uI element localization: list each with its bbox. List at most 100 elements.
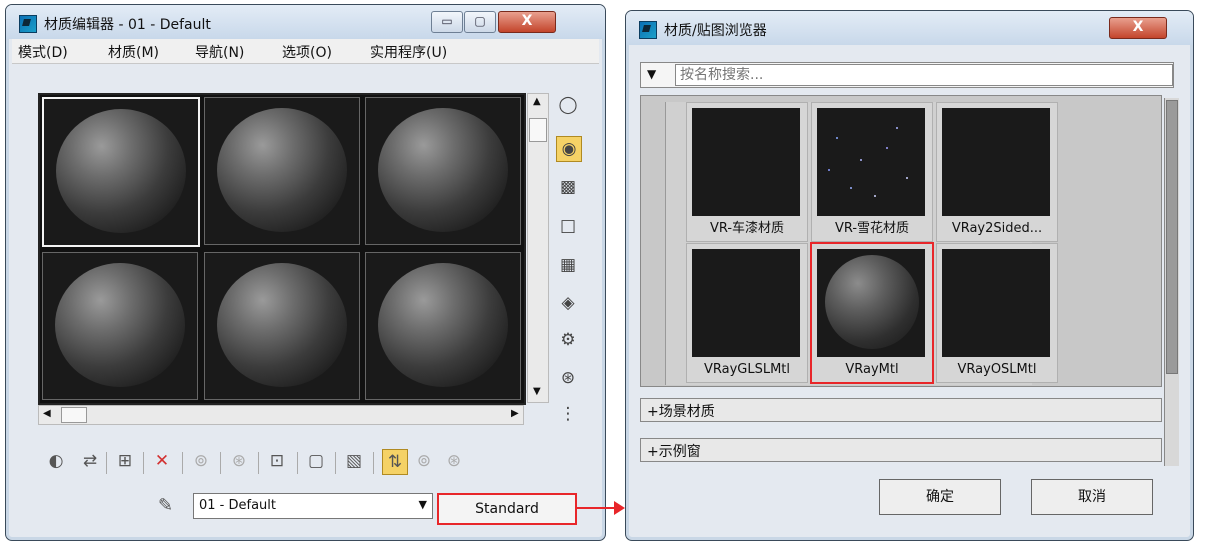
material-tile[interactable]: VRayGLSLMtl bbox=[686, 243, 808, 383]
scroll-left-icon[interactable]: ◀ bbox=[43, 408, 51, 419]
backlight-icon[interactable]: ◉ bbox=[556, 136, 582, 162]
scroll-up-icon[interactable]: ▲ bbox=[533, 96, 541, 107]
put-to-library-icon[interactable]: ⊛ bbox=[227, 449, 251, 473]
toolbar-separator bbox=[143, 452, 144, 474]
material-type-button[interactable]: Standard bbox=[437, 493, 577, 525]
section-label: +场景材质 bbox=[647, 404, 715, 420]
sample-slot[interactable] bbox=[204, 252, 360, 400]
material-tile[interactable]: VRayOSLMtl bbox=[936, 243, 1058, 383]
sample-slot[interactable] bbox=[42, 97, 200, 247]
browser-titlebar: 材质/贴图浏览器 X bbox=[626, 11, 1193, 45]
options-icon[interactable]: ⚙ bbox=[556, 328, 580, 352]
material-id-channel-icon[interactable]: ⊡ bbox=[265, 449, 289, 473]
material-label: VR-车漆材质 bbox=[709, 221, 785, 236]
make-unique-icon[interactable]: ⊚ bbox=[189, 449, 213, 473]
material-thumbnail bbox=[942, 108, 1050, 216]
material-tile[interactable]: VR-雪花材质 bbox=[811, 102, 933, 242]
sample-sphere bbox=[378, 108, 508, 232]
toolbar-separator bbox=[335, 452, 336, 474]
sample-slot[interactable] bbox=[204, 97, 360, 245]
toolbar-separator bbox=[297, 452, 298, 474]
select-by-material-icon[interactable]: ⊛ bbox=[556, 366, 580, 390]
menu-mode[interactable]: 模式(D) bbox=[18, 42, 68, 62]
material-label: VRay2Sided... bbox=[951, 221, 1043, 236]
reset-map-icon[interactable]: ✕ bbox=[150, 449, 174, 473]
show-end-result-icon[interactable]: ▧ bbox=[342, 449, 366, 473]
material-thumbnail bbox=[942, 249, 1050, 357]
menu-options[interactable]: 选项(O) bbox=[282, 42, 332, 62]
collapse-triangle-icon[interactable]: ▼ bbox=[647, 67, 656, 81]
toolbar-separator bbox=[258, 452, 259, 474]
eyedropper-icon[interactable]: ✎ bbox=[158, 495, 173, 516]
maximize-button[interactable]: ▢ bbox=[464, 11, 496, 33]
material-thumbnail bbox=[692, 108, 800, 216]
go-back-icon[interactable]: ⊛ bbox=[442, 449, 466, 473]
material-thumbnail bbox=[817, 108, 925, 216]
sample-sphere bbox=[56, 109, 186, 233]
material-label: VRayMtl bbox=[845, 362, 899, 377]
close-button[interactable]: X bbox=[1109, 17, 1167, 39]
app-icon bbox=[19, 15, 37, 33]
video-color-check-icon[interactable]: ▦ bbox=[556, 253, 580, 277]
annotation-arrow-line bbox=[575, 507, 617, 509]
snowflake-sparkles bbox=[828, 127, 908, 197]
section-sample-slots[interactable]: +示例窗 bbox=[640, 438, 1162, 462]
material-label: VR-雪花材质 bbox=[834, 221, 910, 236]
menu-navigation[interactable]: 导航(N) bbox=[195, 42, 244, 62]
search-bar: ▼ bbox=[640, 62, 1174, 88]
horizontal-scrollbar[interactable]: ◀ ▶ bbox=[38, 405, 524, 425]
sample-type-icon[interactable]: ◯ bbox=[556, 93, 580, 117]
material-map-navigator-icon[interactable]: ⋮ bbox=[556, 402, 580, 426]
close-button[interactable]: X bbox=[498, 11, 556, 33]
sample-slot[interactable] bbox=[42, 252, 198, 400]
browser-title: 材质/贴图浏览器 bbox=[664, 23, 767, 39]
menu-material[interactable]: 材质(M) bbox=[108, 42, 159, 62]
cancel-button[interactable]: 取消 bbox=[1031, 479, 1153, 515]
put-to-scene-icon[interactable]: ⇄ bbox=[78, 449, 102, 473]
sample-sphere bbox=[55, 263, 185, 387]
material-list-panel: VR-车漆材质 VR-雪花材质 VRay2Sided... VRayGLSLMt… bbox=[640, 95, 1162, 387]
menu-utilities[interactable]: 实用程序(U) bbox=[370, 42, 447, 62]
go-to-parent-icon[interactable]: ⇅ bbox=[382, 449, 408, 475]
search-input[interactable] bbox=[675, 64, 1173, 86]
scroll-thumb[interactable] bbox=[61, 407, 87, 423]
material-tile-selected[interactable]: VRayMtl bbox=[810, 242, 934, 384]
sample-slot[interactable] bbox=[365, 97, 521, 245]
show-map-in-viewport-icon[interactable]: ▢ bbox=[304, 449, 328, 473]
material-thumbnail bbox=[817, 249, 925, 357]
material-label: VRayOSLMtl bbox=[957, 362, 1037, 377]
material-tile[interactable]: VRay2Sided... bbox=[936, 102, 1058, 242]
section-label: +示例窗 bbox=[647, 444, 701, 460]
sample-sphere bbox=[217, 263, 347, 387]
vertical-scrollbar[interactable]: ▲ ▼ bbox=[527, 93, 549, 403]
material-tile[interactable]: VR-车漆材质 bbox=[686, 102, 808, 242]
get-material-icon[interactable]: ◐ bbox=[44, 449, 68, 473]
scroll-thumb[interactable] bbox=[1166, 100, 1178, 374]
ok-button[interactable]: 确定 bbox=[879, 479, 1001, 515]
vraymtl-sphere bbox=[825, 255, 919, 349]
material-label: VRayGLSLMtl bbox=[703, 362, 791, 377]
sample-sphere bbox=[217, 108, 347, 232]
menu-bar: 模式(D) 材质(M) 导航(N) 选项(O) 实用程序(U) bbox=[12, 39, 599, 64]
sample-slot-grid bbox=[38, 93, 526, 405]
scroll-thumb[interactable] bbox=[529, 118, 547, 142]
scroll-right-icon[interactable]: ▶ bbox=[511, 408, 519, 419]
section-scene-materials[interactable]: +场景材质 bbox=[640, 398, 1162, 422]
minimize-button[interactable]: ▭ bbox=[431, 11, 463, 33]
annotation-arrow-head bbox=[614, 501, 625, 515]
uv-tiling-icon[interactable]: □ bbox=[556, 214, 580, 238]
browser-scrollbar[interactable] bbox=[1164, 98, 1179, 466]
material-grid: VR-车漆材质 VR-雪花材质 VRay2Sided... VRayGLSLMt… bbox=[665, 102, 1058, 385]
background-icon[interactable]: ▩ bbox=[556, 175, 580, 199]
app-icon bbox=[639, 21, 657, 39]
sample-sphere bbox=[378, 263, 508, 387]
assign-to-selection-icon[interactable]: ⊞ bbox=[113, 449, 137, 473]
toolbar-separator bbox=[106, 452, 107, 474]
go-forward-sibling-icon[interactable]: ⊚ bbox=[412, 449, 436, 473]
scroll-down-icon[interactable]: ▼ bbox=[533, 386, 541, 397]
material-name-value: 01 - Default bbox=[199, 498, 276, 513]
make-preview-icon[interactable]: ◈ bbox=[556, 291, 580, 315]
material-name-field[interactable]: 01 - Default ▼ bbox=[193, 493, 433, 519]
chevron-down-icon[interactable]: ▼ bbox=[419, 498, 427, 511]
sample-slot[interactable] bbox=[365, 252, 521, 400]
